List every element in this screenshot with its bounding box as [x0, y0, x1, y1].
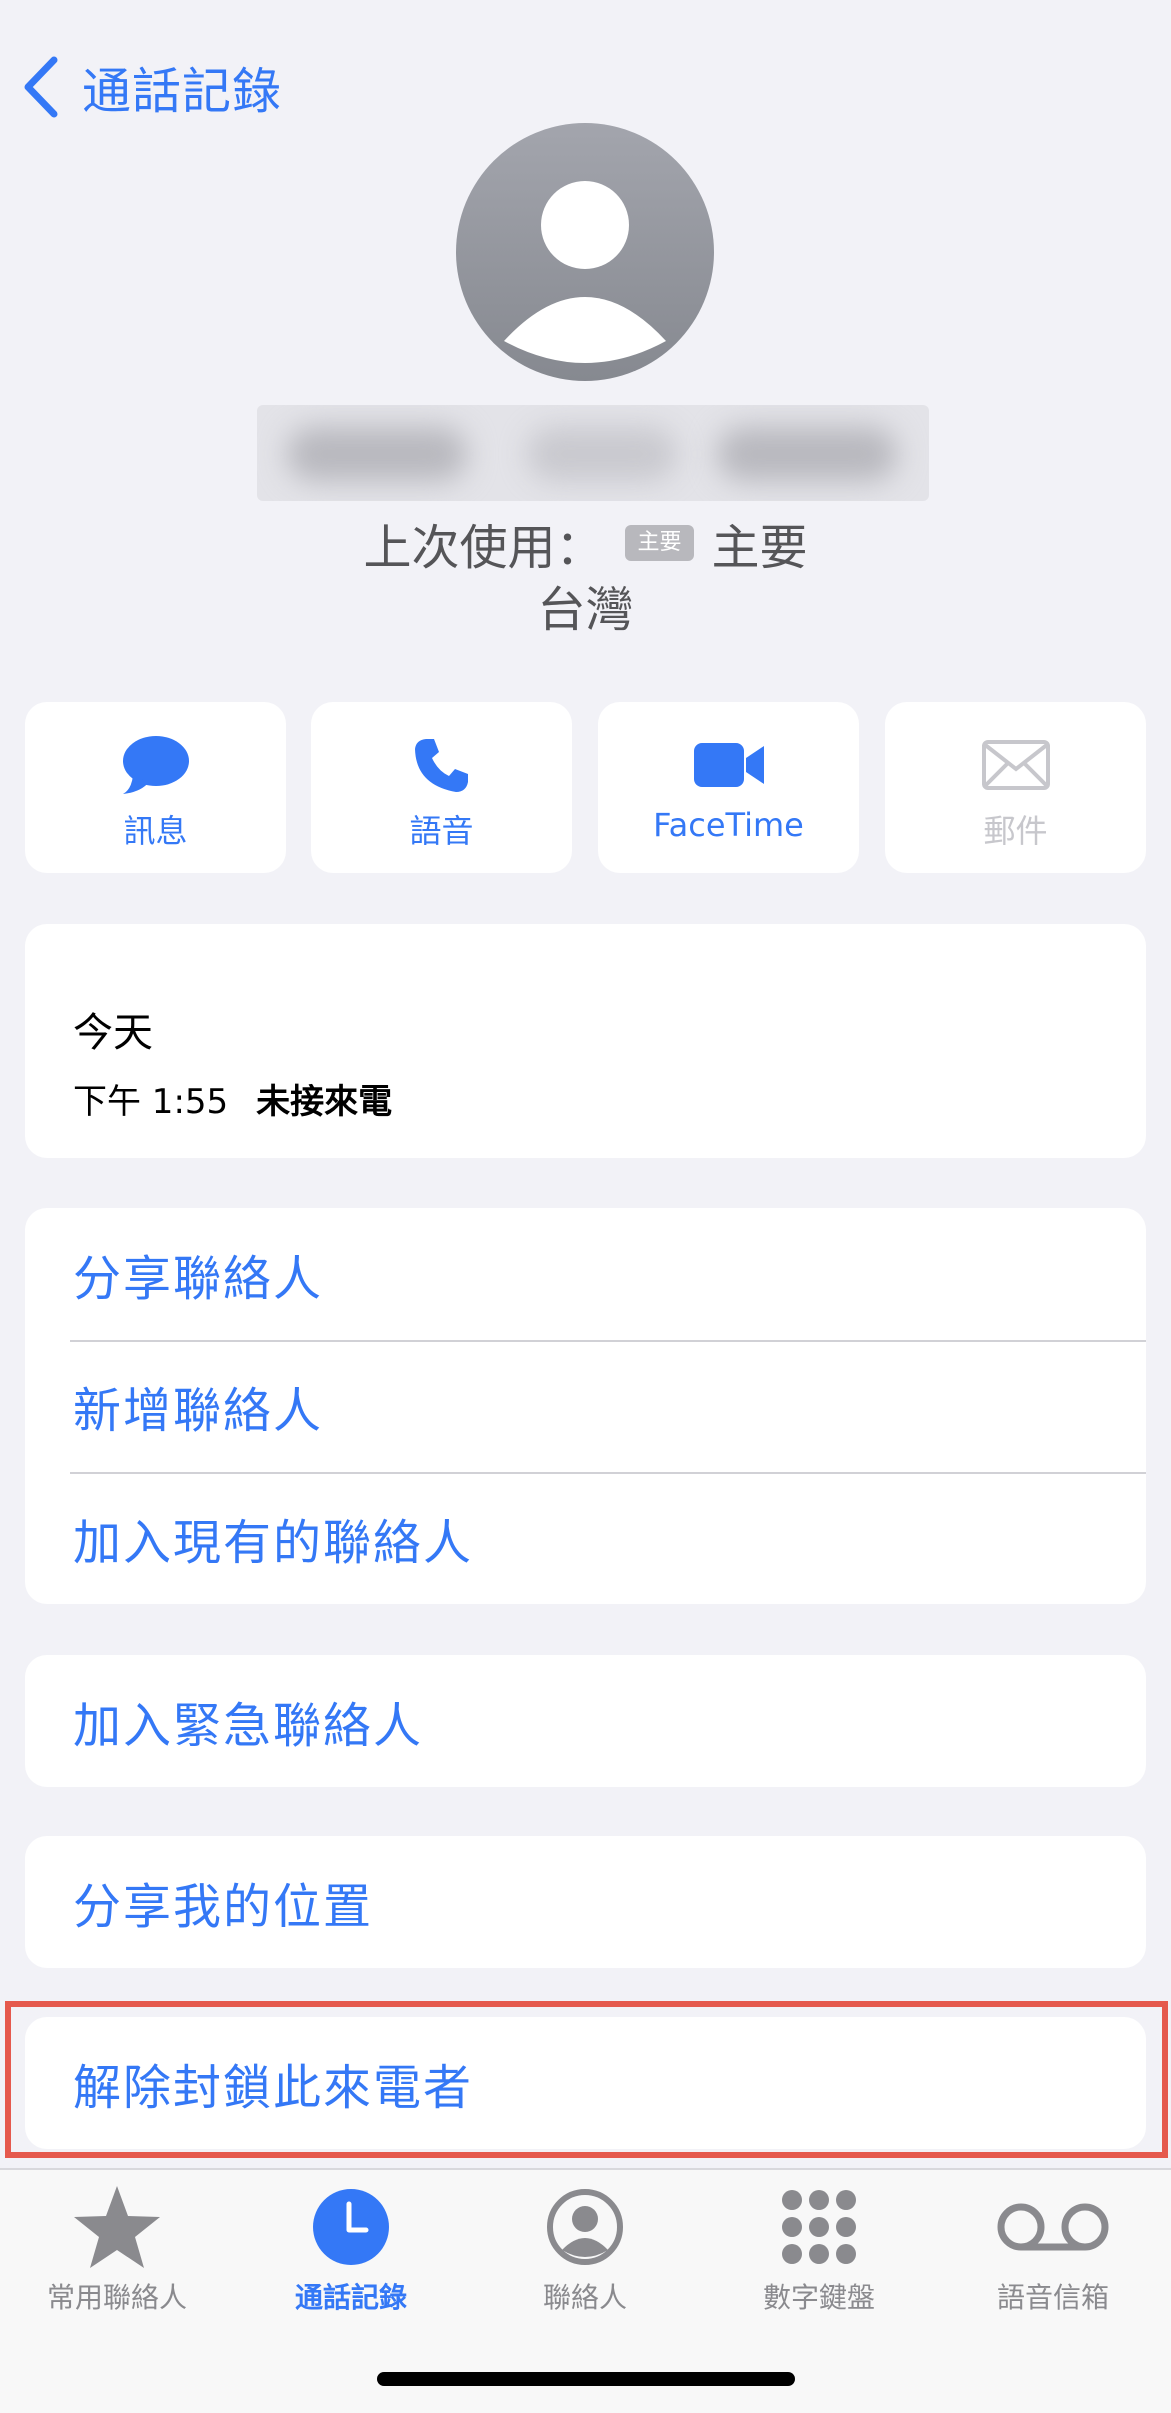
emergency-contact-card: 加入緊急聯絡人 [25, 1655, 1146, 1787]
tab-favorites-label: 常用聯絡人 [46, 2281, 187, 2314]
line-badge: 主要 [625, 525, 694, 561]
share-location-card: 分享我的位置 [25, 1836, 1146, 1968]
contact-name-redacted [257, 405, 929, 501]
history-time: 下午 1:55 [73, 1082, 229, 1122]
voicemail-icon [997, 2203, 1109, 2251]
contact-options-card: 分享聯絡人 新增聯絡人 加入現有的聯絡人 [25, 1208, 1146, 1604]
video-camera-icon [693, 743, 764, 787]
contact-avatar [456, 123, 714, 381]
chevron-left-icon [24, 56, 58, 118]
message-button[interactable]: 訊息 [25, 702, 286, 873]
phone-icon [414, 739, 468, 792]
history-entry: 下午 1:55 未接來電 [73, 1074, 392, 1123]
tab-contacts-label: 聯絡人 [542, 2281, 627, 2314]
star-icon [74, 2186, 160, 2268]
call-history-card: 今天 下午 1:55 未接來電 [25, 924, 1146, 1158]
tab-recents[interactable]: 通話記錄 [234, 2182, 468, 2316]
tab-keypad-label: 數字鍵盤 [762, 2281, 875, 2314]
tab-keypad[interactable]: 數字鍵盤 [702, 2182, 936, 2316]
voice-call-button[interactable]: 語音 [311, 702, 572, 873]
keypad-icon [782, 2190, 856, 2264]
mail-button[interactable]: 郵件 [885, 702, 1146, 873]
new-contact-row[interactable]: 新增聯絡人 [25, 1340, 1146, 1472]
history-day: 今天 [73, 1010, 153, 1056]
last-used-line: 上次使用： 主要 主要 [0, 508, 1171, 578]
add-existing-contact-row[interactable]: 加入現有的聯絡人 [25, 1472, 1146, 1604]
back-button[interactable]: 通話記錄 [22, 52, 282, 122]
last-used-prefix: 上次使用： [363, 520, 604, 576]
person-silhouette-icon [504, 181, 666, 363]
contact-region: 台灣 [537, 582, 634, 638]
facetime-button-label: FaceTime [653, 806, 804, 844]
share-contact-row[interactable]: 分享聯絡人 [25, 1208, 1146, 1340]
unblock-card: 解除封鎖此來電者 [25, 2017, 1146, 2149]
tab-recents-label: 通話記錄 [294, 2281, 407, 2314]
share-location-row[interactable]: 分享我的位置 [25, 1836, 1146, 1968]
message-button-label: 訊息 [123, 812, 188, 850]
person-circle-icon [547, 2189, 623, 2265]
quick-actions: 訊息 語音 FaceTime 郵件 [25, 702, 1146, 873]
history-status: 未接來電 [256, 1082, 393, 1122]
clock-icon [313, 2189, 389, 2265]
tab-voicemail[interactable]: 語音信箱 [936, 2182, 1170, 2316]
tab-favorites[interactable]: 常用聯絡人 [0, 2182, 234, 2316]
last-used-line-name: 主要 [711, 520, 808, 576]
tab-voicemail-label: 語音信箱 [996, 2281, 1109, 2314]
tab-contacts[interactable]: 聯絡人 [468, 2182, 702, 2316]
mail-button-label: 郵件 [983, 812, 1048, 850]
voice-call-button-label: 語音 [409, 812, 474, 850]
envelope-icon [981, 740, 1050, 790]
facetime-button[interactable]: FaceTime [598, 702, 859, 873]
message-bubble-icon [122, 736, 189, 794]
unblock-caller-row[interactable]: 解除封鎖此來電者 [25, 2017, 1146, 2149]
back-button-label: 通話記錄 [82, 62, 283, 120]
home-indicator [377, 2372, 795, 2386]
add-emergency-contact-row[interactable]: 加入緊急聯絡人 [25, 1655, 1146, 1787]
